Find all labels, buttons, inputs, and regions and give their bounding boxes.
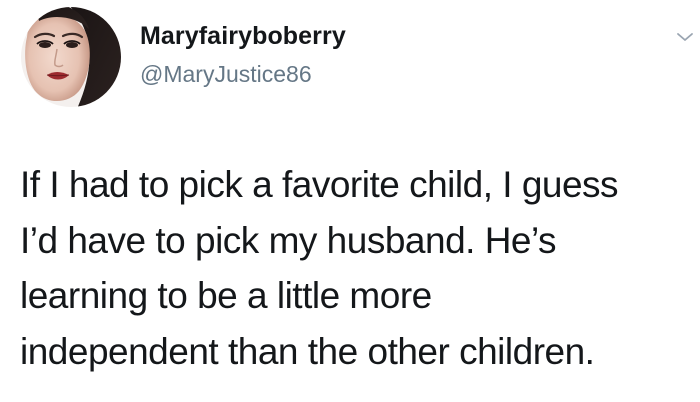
- tweet-menu-button[interactable]: [676, 30, 694, 44]
- tweet-text: If I had to pick a favorite child, I gue…: [20, 157, 692, 379]
- tweet-text-line: learning to be a little more: [20, 275, 432, 316]
- tweet-text-line: I’d have to pick my husband. He’s: [20, 219, 557, 261]
- display-name[interactable]: Maryfairyboberry: [140, 22, 346, 51]
- chevron-down-icon: [677, 33, 693, 41]
- avatar[interactable]: [21, 7, 121, 107]
- tweet-text-line: If I had to pick a favorite child, I gue…: [20, 164, 619, 205]
- profile-photo-icon: [21, 7, 121, 107]
- tweet-text-line: independent than the other children.: [20, 330, 595, 372]
- user-handle[interactable]: @MaryJustice86: [140, 61, 312, 88]
- tweet-card: Maryfairyboberry @MaryJustice86 If I had…: [0, 0, 700, 402]
